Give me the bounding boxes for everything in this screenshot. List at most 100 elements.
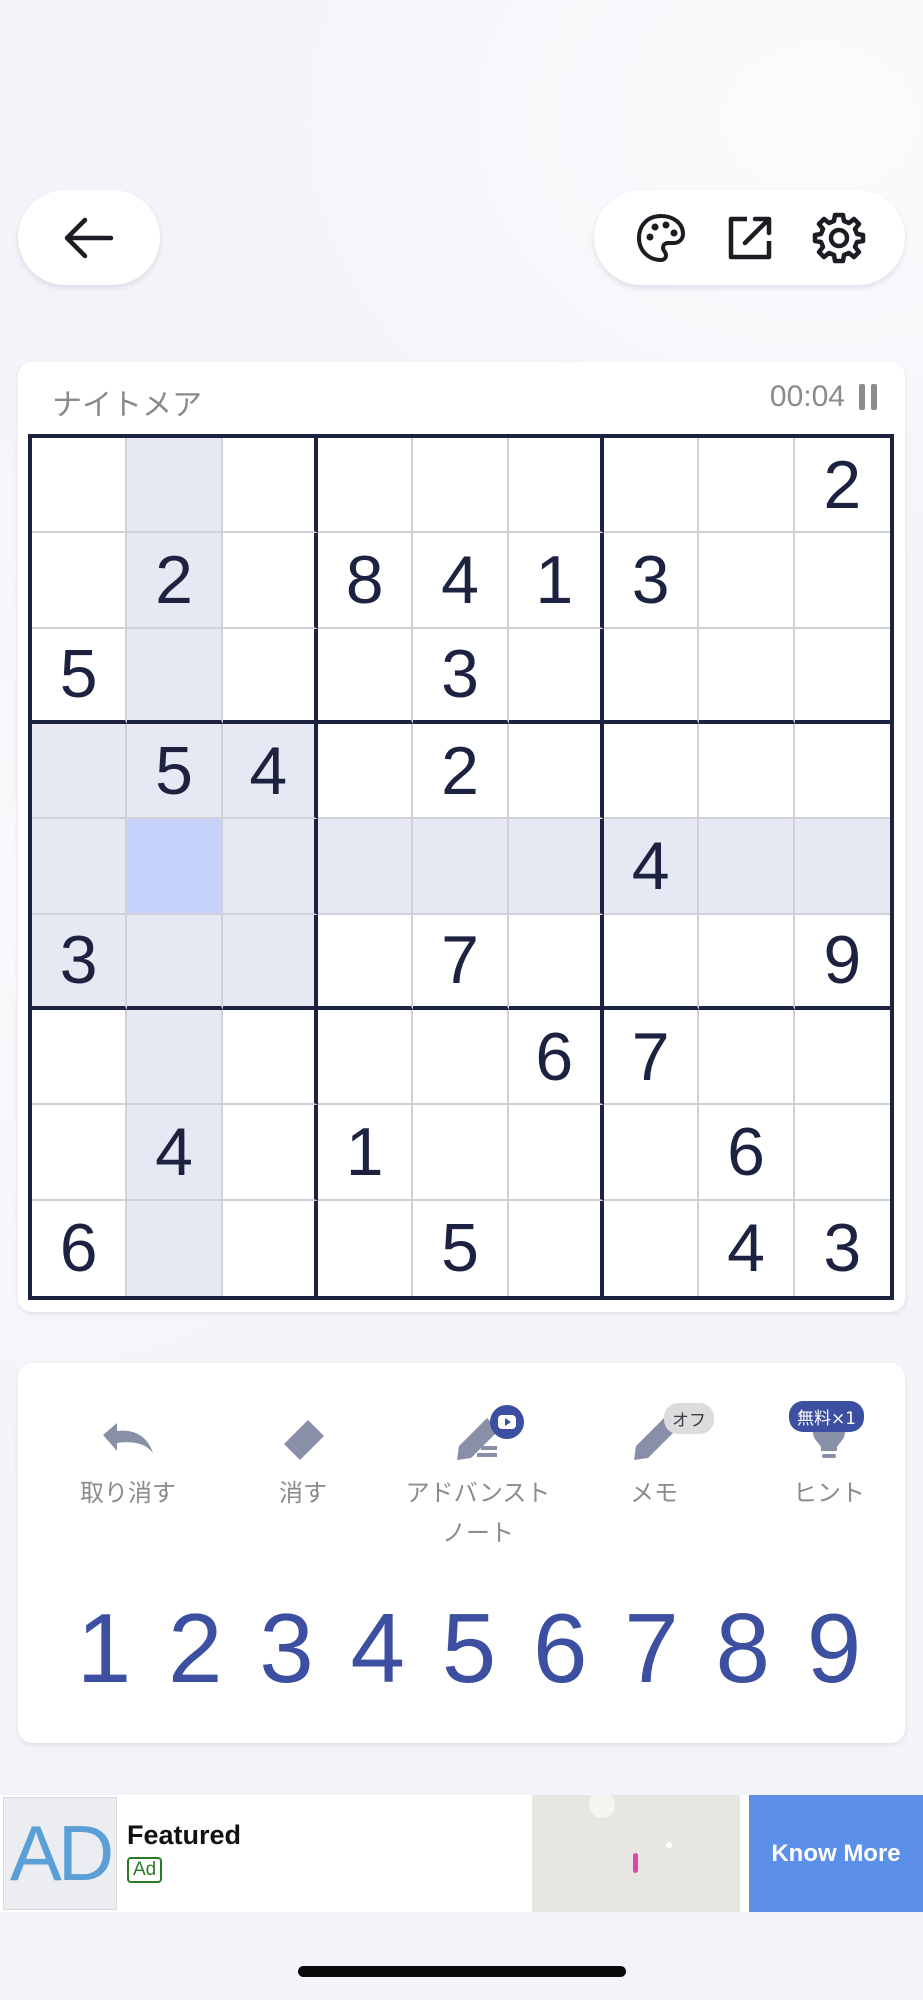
sudoku-cell[interactable]: 5	[127, 724, 223, 820]
memo-button[interactable]: オフ メモ	[566, 1403, 742, 1513]
sudoku-cell[interactable]	[32, 533, 128, 629]
sudoku-cell[interactable]	[699, 1010, 795, 1106]
number-button-7[interactable]: 7	[612, 1599, 692, 1697]
sudoku-cell[interactable]	[508, 914, 604, 1010]
number-button-9[interactable]: 9	[794, 1599, 874, 1697]
number-button-2[interactable]: 2	[155, 1599, 235, 1697]
undo-button[interactable]: 取り消す	[40, 1413, 216, 1513]
number-button-8[interactable]: 8	[703, 1599, 783, 1697]
sudoku-cell[interactable]	[508, 724, 604, 820]
sudoku-cell[interactable]	[127, 438, 223, 534]
gear-icon[interactable]	[807, 206, 871, 270]
share-icon[interactable]	[718, 206, 782, 270]
sudoku-cell[interactable]: 4	[604, 819, 700, 915]
sudoku-cell[interactable]: 5	[32, 628, 128, 724]
sudoku-cell[interactable]: 4	[127, 1105, 223, 1201]
sudoku-cell[interactable]	[127, 819, 223, 915]
pause-icon[interactable]	[855, 381, 881, 413]
sudoku-cell[interactable]	[413, 819, 509, 915]
sudoku-cell[interactable]	[127, 914, 223, 1010]
sudoku-cell[interactable]	[318, 1200, 414, 1296]
palette-icon[interactable]	[629, 206, 693, 270]
hint-button[interactable]: 無料×1 ヒント	[741, 1401, 917, 1513]
sudoku-cell[interactable]	[318, 724, 414, 820]
sudoku-cell[interactable]: 5	[413, 1200, 509, 1296]
sudoku-cell[interactable]	[604, 438, 700, 534]
sudoku-cell[interactable]: 4	[222, 724, 318, 820]
sudoku-cell[interactable]	[794, 533, 890, 629]
sudoku-cell[interactable]	[222, 438, 318, 534]
sudoku-cell[interactable]	[222, 628, 318, 724]
sudoku-cell[interactable]	[604, 1105, 700, 1201]
sudoku-cell[interactable]: 2	[127, 533, 223, 629]
sudoku-cell[interactable]: 3	[32, 914, 128, 1010]
sudoku-cell[interactable]	[699, 533, 795, 629]
sudoku-cell[interactable]	[509, 1200, 604, 1296]
sudoku-cell[interactable]	[32, 1105, 128, 1201]
sudoku-cell[interactable]: 1	[318, 1105, 414, 1201]
sudoku-cell[interactable]	[604, 914, 700, 1010]
sudoku-cell[interactable]	[223, 1200, 318, 1296]
sudoku-cell[interactable]	[699, 914, 795, 1010]
sudoku-cell[interactable]: 7	[413, 914, 509, 1010]
sudoku-cell[interactable]	[699, 628, 795, 724]
sudoku-cell[interactable]	[699, 724, 795, 820]
number-button-5[interactable]: 5	[429, 1599, 509, 1697]
sudoku-cell[interactable]: 3	[795, 1201, 890, 1296]
sudoku-cell[interactable]: 6	[699, 1105, 795, 1201]
number-button-6[interactable]: 6	[520, 1599, 600, 1697]
sudoku-cell[interactable]	[794, 819, 890, 915]
sudoku-cell[interactable]	[32, 724, 128, 820]
sudoku-cell[interactable]: 1	[508, 533, 604, 629]
sudoku-cell[interactable]	[413, 1010, 509, 1106]
number-button-4[interactable]: 4	[338, 1599, 418, 1697]
ad-banner[interactable]: AD Featured Ad Know More	[0, 1792, 923, 1912]
sudoku-cell[interactable]	[604, 1200, 700, 1296]
sudoku-cell[interactable]	[318, 438, 414, 534]
sudoku-cell[interactable]: 3	[604, 533, 700, 629]
sudoku-cell[interactable]	[318, 914, 414, 1010]
sudoku-cell[interactable]	[127, 1010, 223, 1106]
sudoku-cell[interactable]: 6	[32, 1200, 128, 1296]
erase-button[interactable]: 消す	[215, 1413, 391, 1513]
sudoku-cell[interactable]	[604, 724, 700, 820]
sudoku-cell[interactable]: 7	[604, 1010, 700, 1106]
sudoku-cell[interactable]	[508, 1105, 604, 1201]
sudoku-cell[interactable]	[413, 438, 509, 534]
number-button-1[interactable]: 1	[64, 1599, 144, 1697]
sudoku-cell[interactable]	[318, 819, 414, 915]
sudoku-cell[interactable]	[127, 1200, 223, 1296]
sudoku-cell[interactable]: 6	[508, 1010, 604, 1106]
sudoku-cell[interactable]	[127, 628, 223, 724]
sudoku-cell[interactable]	[32, 438, 128, 534]
sudoku-cell[interactable]	[222, 819, 318, 915]
sudoku-cell[interactable]	[222, 533, 318, 629]
back-button[interactable]	[18, 190, 160, 285]
sudoku-cell[interactable]	[318, 628, 414, 724]
sudoku-cell[interactable]	[222, 1010, 318, 1106]
sudoku-cell[interactable]	[508, 438, 604, 534]
sudoku-cell[interactable]	[794, 629, 890, 724]
sudoku-cell[interactable]	[794, 1105, 890, 1201]
sudoku-cell[interactable]: 3	[413, 628, 509, 724]
sudoku-cell[interactable]	[222, 1105, 318, 1201]
sudoku-cell[interactable]	[604, 628, 700, 724]
number-button-3[interactable]: 3	[247, 1599, 327, 1697]
advanced-note-button[interactable]: アドバンスト ノート	[390, 1405, 566, 1553]
sudoku-cell[interactable]: 4	[413, 533, 509, 629]
sudoku-cell[interactable]: 9	[794, 915, 890, 1010]
sudoku-cell[interactable]	[318, 1010, 414, 1106]
sudoku-cell[interactable]	[222, 914, 318, 1010]
sudoku-cell[interactable]	[32, 1010, 128, 1106]
sudoku-cell[interactable]	[699, 438, 795, 534]
sudoku-cell[interactable]: 8	[318, 533, 414, 629]
sudoku-cell[interactable]	[508, 819, 604, 915]
sudoku-cell[interactable]: 2	[413, 724, 509, 820]
sudoku-cell[interactable]	[794, 724, 890, 820]
sudoku-cell[interactable]: 2	[794, 438, 890, 534]
sudoku-cell[interactable]: 4	[699, 1200, 795, 1296]
sudoku-cell[interactable]	[508, 628, 604, 724]
ad-cta-button[interactable]: Know More	[749, 1795, 923, 1912]
sudoku-cell[interactable]	[794, 1010, 890, 1106]
sudoku-cell[interactable]	[413, 1105, 509, 1201]
